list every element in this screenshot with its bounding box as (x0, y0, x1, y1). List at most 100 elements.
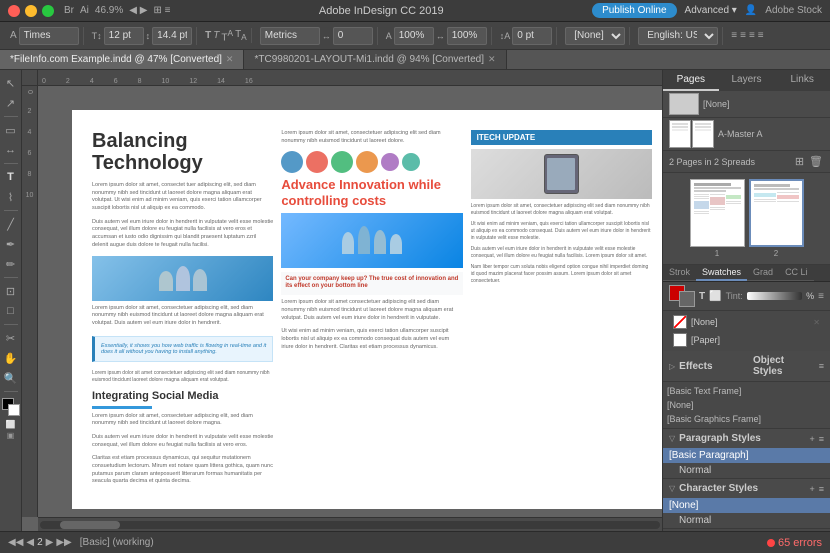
col3-image-tablet (471, 149, 652, 199)
kerning-type-input[interactable] (260, 27, 320, 45)
font-family-input[interactable] (19, 27, 79, 45)
swatch-paper-item[interactable]: [Paper] (669, 331, 824, 349)
formatting-object-icon[interactable]: ⬜ (709, 291, 721, 302)
prev-page-button[interactable]: ◀◀ (8, 537, 23, 548)
line-tool[interactable]: ╱ (2, 215, 20, 233)
tab-grad[interactable]: Grad (747, 265, 779, 281)
align-right-icon[interactable]: ≡ (749, 30, 755, 41)
para-style-normal[interactable]: Normal (663, 463, 830, 478)
align-justify-icon[interactable]: ≡ (758, 30, 764, 41)
tab-0-close[interactable]: ✕ (226, 54, 234, 65)
ruler-v-10: 10 (26, 192, 34, 199)
view-mode[interactable]: ▣ (7, 431, 15, 440)
tab-stroke[interactable]: Strok (663, 265, 696, 281)
page-thumb-1[interactable] (690, 179, 745, 247)
tab-1-close[interactable]: ✕ (488, 54, 496, 65)
minimize-button[interactable] (25, 5, 37, 17)
character-styles-header[interactable]: ▽ Character Styles + ≡ (663, 479, 830, 498)
baseline-input[interactable] (512, 27, 552, 45)
tracking-input[interactable] (333, 27, 373, 45)
swatch-none-delete[interactable]: ✕ (813, 318, 820, 327)
fill-swatch[interactable] (2, 398, 20, 416)
language-select[interactable]: English: USA (638, 27, 718, 45)
tab-layers[interactable]: Layers (719, 70, 775, 91)
hand-tool[interactable]: ✋ (2, 349, 20, 367)
new-page-button[interactable]: ⊞ (794, 154, 805, 169)
selection-tool[interactable]: ↖ (2, 74, 20, 92)
effects-options-button[interactable]: ≡ (819, 361, 824, 371)
zoom-tool[interactable]: 🔍 (2, 369, 20, 387)
type-tool[interactable]: T (2, 168, 20, 186)
publish-online-button[interactable]: Publish Online (592, 3, 676, 18)
prev-spread-button[interactable]: ◀ (26, 537, 34, 548)
horiz-scale-input[interactable] (447, 27, 487, 45)
align-left-icon[interactable]: ≡ (731, 30, 737, 41)
effects-header[interactable]: ▷ Effects Object Styles ≡ (663, 351, 830, 381)
font-size-input[interactable] (104, 27, 144, 45)
bold-btn[interactable]: T (205, 30, 211, 41)
tint-percent: % (806, 291, 814, 301)
rectangle-frame-tool[interactable]: ⊡ (2, 282, 20, 300)
object-style-none[interactable]: [None] (663, 398, 830, 412)
circle-teal (402, 153, 420, 171)
page-tool[interactable]: ▭ (2, 121, 20, 139)
char-styles-options-button[interactable]: ≡ (819, 484, 824, 494)
tab-pages[interactable]: Pages (663, 70, 719, 91)
direct-select-tool[interactable]: ↗ (2, 94, 20, 112)
tint-slider[interactable] (747, 292, 802, 300)
tab-1[interactable]: *TC9980201-LAYOUT-Mi1.indd @ 94% [Conver… (244, 50, 506, 69)
bridge-icon[interactable]: Br (64, 5, 74, 16)
para-styles-new-button[interactable]: + (809, 434, 814, 444)
char-style-none[interactable]: [None] (663, 498, 830, 513)
char-styles-new-button[interactable]: + (809, 484, 814, 494)
formatting-text-icon[interactable]: T (699, 291, 705, 302)
canvas-area[interactable]: 0 2 4 6 8 10 12 14 16 0 2 4 6 8 10 (22, 70, 662, 531)
swatch-options-button[interactable]: ≡ (818, 291, 824, 302)
paragraph-styles-header[interactable]: ▽ Paragraph Styles + ≡ (663, 429, 830, 448)
formatting-mode[interactable]: ⬜ (6, 420, 16, 429)
advanced-menu[interactable]: Advanced ▾ (685, 5, 737, 16)
zoom-controls[interactable]: ◀ ▶ (129, 5, 147, 16)
next-spread-button[interactable]: ▶ (46, 537, 54, 548)
swatch-none-item[interactable]: [None] ✕ (669, 313, 824, 331)
para-style-basic[interactable]: [Basic Paragraph] (663, 448, 830, 463)
rectangle-tool[interactable]: □ (2, 302, 20, 320)
tab-0[interactable]: *FileInfo.com Example.indd @ 47% [Conver… (0, 50, 244, 69)
para-styles-options-button[interactable]: ≡ (819, 434, 824, 444)
italic-btn[interactable]: T (213, 30, 219, 41)
circle-purple (381, 153, 399, 171)
horizontal-scrollbar[interactable] (38, 517, 662, 531)
view-options[interactable]: ⊞ ≡ (153, 5, 170, 16)
scissors-tool[interactable]: ✂ (2, 329, 20, 347)
preflight-errors[interactable]: 65 errors (767, 537, 822, 549)
maximize-button[interactable] (42, 5, 54, 17)
pencil-tool[interactable]: ✏ (2, 255, 20, 273)
object-style-basic-graphics[interactable]: [Basic Graphics Frame] (663, 412, 830, 426)
illustrator-icon[interactable]: Ai (80, 5, 89, 16)
leading-input[interactable] (152, 27, 192, 45)
page-thumb-2[interactable] (749, 179, 804, 247)
type-on-path-tool[interactable]: ⌇ (2, 188, 20, 206)
next-page-button[interactable]: ▶▶ (56, 537, 71, 548)
pages-panel-icons: ⊞ 🗑 (794, 154, 824, 169)
close-button[interactable] (8, 5, 20, 17)
none-select[interactable]: [None] (565, 27, 625, 45)
subscript-btn[interactable]: TA (235, 29, 247, 42)
pen-tool[interactable]: ✒ (2, 235, 20, 253)
align-center-icon[interactable]: ≡ (740, 30, 746, 41)
object-style-basic-text[interactable]: [Basic Text Frame] (663, 384, 830, 398)
tab-cc-li[interactable]: CC Li (779, 265, 814, 281)
scrollbar-track[interactable] (40, 521, 660, 529)
tab-links[interactable]: Links (774, 70, 830, 91)
zoom-level: 46.9% (95, 5, 123, 16)
tab-swatches[interactable]: Swatches (696, 265, 747, 281)
scrollbar-thumb[interactable] (60, 521, 120, 529)
superscript-btn[interactable]: TA (221, 28, 233, 43)
stroke-color-swatch[interactable] (679, 291, 695, 307)
char-style-normal[interactable]: Normal (663, 513, 830, 528)
delete-page-button[interactable]: 🗑 (808, 154, 824, 169)
zoom-input[interactable] (394, 27, 434, 45)
document-page[interactable]: Balancing Technology Lorem ipsum dolor s… (72, 110, 662, 509)
gap-tool[interactable]: ↔ (2, 141, 20, 159)
page-col1-footer-body: Claritas est etiam processus dynamicus, … (92, 455, 273, 486)
